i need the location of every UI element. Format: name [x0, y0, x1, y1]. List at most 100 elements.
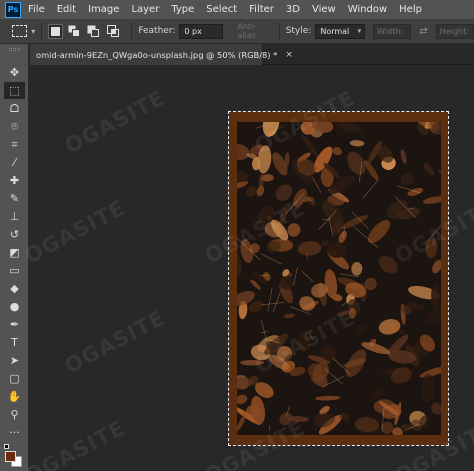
foreground-color-swatch[interactable]	[5, 451, 16, 462]
leaf-shape	[426, 307, 441, 324]
menu-3d[interactable]: 3D	[286, 4, 300, 15]
crop-tool[interactable]: ⌗	[4, 136, 25, 153]
photoshop-logo-icon: Ps	[5, 1, 21, 18]
document-image[interactable]	[237, 122, 441, 435]
twig-shape	[438, 169, 441, 174]
feather-input[interactable]: 0 px	[179, 23, 224, 39]
twig-shape	[426, 225, 441, 243]
eyedropper-tool[interactable]: ⁄	[4, 154, 25, 171]
rectangle-tool[interactable]: ▢	[4, 370, 25, 387]
leaf-shape	[336, 122, 363, 133]
healing-brush-tool[interactable]: ✚	[4, 172, 25, 189]
add-to-selection-button[interactable]	[68, 24, 82, 39]
style-select[interactable]: Normal ▾	[315, 23, 366, 39]
menu-filter[interactable]: Filter	[249, 4, 274, 15]
leaf-shape	[237, 394, 248, 405]
new-selection-button[interactable]	[48, 23, 63, 39]
intersect-selection-icon	[106, 24, 119, 37]
chevron-down-icon[interactable]: ▾	[31, 27, 35, 36]
more-tools-icon: ···	[9, 426, 20, 439]
leaf-shape	[256, 185, 265, 197]
leaf-shape	[351, 262, 363, 276]
tools-panel: ✥ ⬚ ᗝ ⌾ ⌗ ⁄ ✚ ✎ ⊥ ↺ ◩ ▭ ◆ ● ✒ T ➤ ▢ ✋ ⚲ ···	[0, 44, 29, 471]
rectangular-marquee-icon: ⬚	[9, 84, 20, 97]
zoom-tool[interactable]: ⚲	[4, 406, 25, 423]
brush-tool[interactable]: ✎	[4, 190, 25, 207]
move-tool[interactable]: ✥	[4, 64, 25, 81]
menu-image[interactable]: Image	[88, 4, 119, 15]
twig-shape	[260, 319, 267, 341]
leaf-shape	[349, 140, 365, 147]
height-input[interactable]: Height:	[435, 23, 474, 39]
twig-shape	[301, 270, 314, 283]
width-input[interactable]: Width:	[373, 23, 412, 39]
menu-layer[interactable]: Layer	[131, 4, 159, 15]
path-selection-tool[interactable]: ➤	[4, 352, 25, 369]
eraser-tool[interactable]: ◩	[4, 244, 25, 261]
leaf-shape	[378, 255, 398, 274]
menu-view[interactable]: View	[312, 4, 336, 15]
blur-icon: ◆	[10, 282, 19, 295]
zoom-icon: ⚲	[10, 408, 19, 421]
pen-tool[interactable]: ✒	[4, 316, 25, 333]
leaf-shape	[262, 122, 280, 137]
menu-type[interactable]: Type	[171, 4, 194, 15]
leaf-shape	[340, 215, 368, 230]
menu-window[interactable]: Window	[348, 4, 387, 15]
subtract-from-selection-button[interactable]	[87, 24, 101, 39]
divider	[278, 23, 280, 39]
document-tab[interactable]: omid-armin-9EZn_QWga0o-unsplash.jpg @ 50…	[30, 44, 293, 65]
anti-alias-checkbox[interactable]: Anti-alias	[237, 22, 272, 40]
leaf-shape	[237, 143, 250, 161]
eraser-icon: ◩	[9, 246, 20, 259]
dodge-tool[interactable]: ●	[4, 298, 25, 315]
menu-edit[interactable]: Edit	[57, 4, 76, 15]
leaf-shape	[431, 283, 440, 308]
leaf-shape	[400, 149, 407, 165]
twig-shape	[260, 253, 282, 265]
twig-shape	[324, 368, 344, 385]
quick-selection-tool[interactable]: ⌾	[4, 118, 25, 135]
twig-shape	[267, 288, 273, 312]
leaf-shape	[297, 241, 322, 256]
menu-file[interactable]: File	[28, 4, 45, 15]
leaf-shape	[332, 146, 342, 156]
hand-tool[interactable]: ✋	[4, 388, 25, 405]
blur-tool[interactable]: ◆	[4, 280, 25, 297]
clone-stamp-tool[interactable]: ⊥	[4, 208, 25, 225]
swap-dimensions-icon[interactable]: ⇄	[419, 26, 427, 37]
document-tab-bar: omid-armin-9EZn_QWga0o-unsplash.jpg @ 50…	[30, 44, 474, 65]
eyedropper-icon: ⁄	[13, 156, 16, 169]
panel-grip-icon[interactable]	[9, 48, 20, 51]
leaf-shape	[275, 184, 293, 201]
leaf-shape	[422, 196, 441, 204]
style-label: Style:	[285, 26, 312, 36]
leaf-shape	[420, 373, 435, 403]
history-brush-tool[interactable]: ↺	[4, 226, 25, 243]
brush-icon: ✎	[9, 192, 20, 205]
leaf-shape	[339, 412, 350, 422]
gradient-tool[interactable]: ▭	[4, 262, 25, 279]
type-tool[interactable]: T	[4, 334, 25, 351]
leaf-shape	[314, 395, 341, 401]
autumn-leaves-photo	[237, 122, 441, 435]
lasso-tool[interactable]: ᗝ	[4, 100, 25, 117]
twig-shape	[312, 176, 322, 193]
more-tools[interactable]: ···	[4, 424, 25, 441]
rectangle-icon: ▢	[9, 372, 20, 385]
type-icon: T	[11, 336, 18, 349]
leaf-shape	[431, 402, 441, 415]
move-icon: ✥	[9, 66, 20, 79]
menu-help[interactable]: Help	[399, 4, 422, 15]
menu-select[interactable]: Select	[206, 4, 237, 15]
hand-icon: ✋	[7, 390, 22, 403]
rectangular-marquee-tool[interactable]: ⬚	[4, 82, 25, 99]
clone-stamp-icon: ⊥	[9, 210, 20, 223]
add-selection-icon	[68, 25, 81, 37]
leaf-shape	[283, 313, 296, 319]
menu-bar: Ps File Edit Image Layer Type Select Fil…	[0, 0, 474, 19]
tool-preset-marquee-icon[interactable]	[12, 25, 28, 37]
close-icon[interactable]: ×	[285, 50, 293, 60]
intersect-selection-button[interactable]	[106, 24, 120, 39]
default-colors-icon[interactable]	[4, 444, 9, 449]
